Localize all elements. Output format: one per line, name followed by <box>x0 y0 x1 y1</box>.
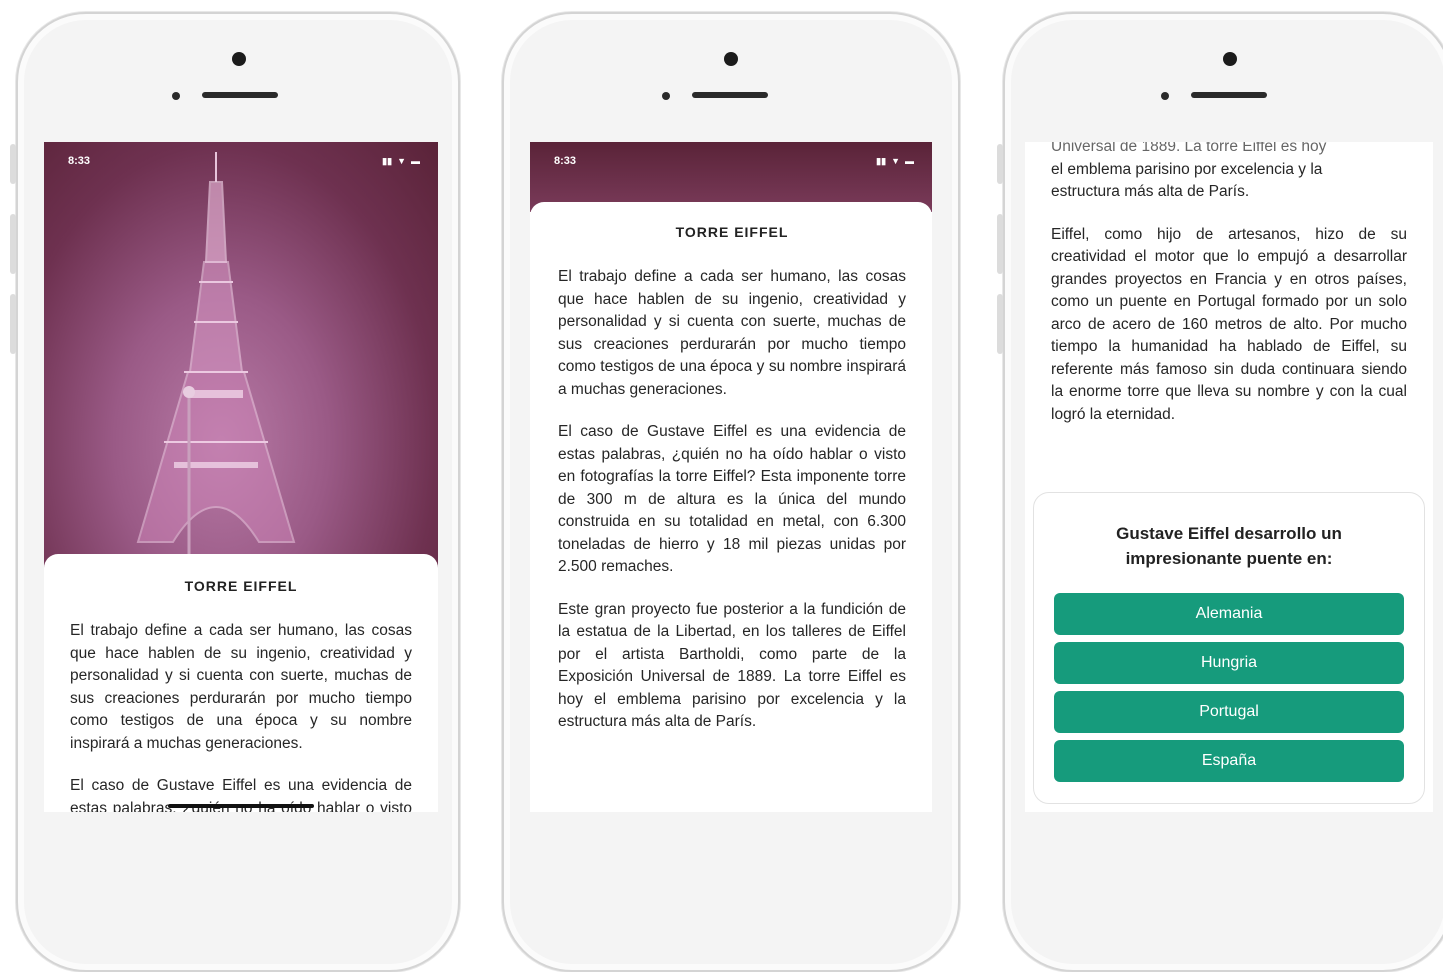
article-partial-line: estructura más alta de París. <box>1051 183 1250 200</box>
quiz-question: Gustave Eiffel desarrollo un impresionan… <box>1116 524 1342 568</box>
article-card[interactable]: TORRE EIFFEL El trabajo define a cada se… <box>44 554 438 812</box>
mute-switch <box>997 144 1003 184</box>
article-paragraph-2: El caso de Gustave Eiffel es una evidenc… <box>558 423 906 575</box>
article-partial-line: Universal de 1889. La torre Eiffel es ho… <box>1051 142 1327 155</box>
phone-mockup-2: 8:33 ▮▮ ▼ ▬ TORRE EIFFEL El trabajo defi… <box>502 12 960 972</box>
signal-bars-icon: ▮▮ <box>876 155 887 166</box>
wifi-icon: ▼ <box>891 155 900 166</box>
proximity-sensor <box>1161 92 1169 100</box>
article-title: TORRE EIFFEL <box>675 224 789 240</box>
wifi-icon: ▼ <box>397 155 406 166</box>
volume-up-button <box>10 214 16 274</box>
earpiece-speaker <box>202 92 278 98</box>
phone-screen-1[interactable]: 8:33 ▮▮ ▼ ▬ TORRE EIFFEL El trabajo defi… <box>44 142 438 812</box>
status-bar: 8:33 ▮▮ ▼ ▬ <box>68 154 420 168</box>
volume-up-button <box>997 214 1003 274</box>
home-indicator[interactable] <box>168 804 314 808</box>
eiffel-tower-illustration <box>136 152 296 572</box>
article-paragraph-3: Este gran proyecto fue posterior a la fu… <box>558 600 906 731</box>
article-scrolled-content[interactable]: Universal de 1889. La torre Eiffel es ho… <box>1051 142 1407 446</box>
proximity-sensor <box>662 92 670 100</box>
article-paragraph-4: Eiffel, como hijo de artesanos, hizo de … <box>1051 225 1407 423</box>
front-camera <box>1223 52 1237 66</box>
battery-icon: ▬ <box>411 155 420 166</box>
phone-screen-2[interactable]: 8:33 ▮▮ ▼ ▬ TORRE EIFFEL El trabajo defi… <box>530 142 932 812</box>
battery-icon: ▬ <box>905 155 914 166</box>
quiz-card: Gustave Eiffel desarrollo un impresionan… <box>1033 492 1425 804</box>
phone-mockup-3: Universal de 1889. La torre Eiffel es ho… <box>997 12 1443 972</box>
volume-down-button <box>997 294 1003 354</box>
proximity-sensor <box>172 92 180 100</box>
answer-option-portugal[interactable]: Portugal <box>1054 691 1404 733</box>
phone-mockup-1: 8:33 ▮▮ ▼ ▬ TORRE EIFFEL El trabajo defi… <box>10 12 460 972</box>
front-camera <box>724 52 738 66</box>
article-paragraph-1: El trabajo define a cada ser humano, las… <box>70 622 412 752</box>
signal-bars-icon: ▮▮ <box>382 155 393 166</box>
front-camera <box>232 52 246 66</box>
article-paragraph-1: El trabajo define a cada ser humano, las… <box>558 268 906 398</box>
volume-down-button <box>10 294 16 354</box>
eiffel-tower-photo: 8:33 ▮▮ ▼ ▬ <box>44 142 438 572</box>
answer-option-espana[interactable]: España <box>1054 740 1404 782</box>
article-partial-line: el emblema parisino por excelencia y la <box>1051 160 1323 178</box>
earpiece-speaker <box>692 92 768 98</box>
earpiece-speaker <box>1191 92 1267 98</box>
phone-screen-3[interactable]: Universal de 1889. La torre Eiffel es ho… <box>1025 142 1433 812</box>
answer-option-alemania[interactable]: Alemania <box>1054 593 1404 635</box>
status-bar: 8:33 ▮▮ ▼ ▬ <box>554 154 914 168</box>
status-time: 8:33 <box>554 155 577 167</box>
article-card[interactable]: TORRE EIFFEL El trabajo define a cada se… <box>530 202 932 812</box>
status-time: 8:33 <box>68 155 91 167</box>
mute-switch <box>10 144 16 184</box>
answer-option-hungria[interactable]: Hungria <box>1054 642 1404 684</box>
article-title: TORRE EIFFEL <box>184 578 298 594</box>
